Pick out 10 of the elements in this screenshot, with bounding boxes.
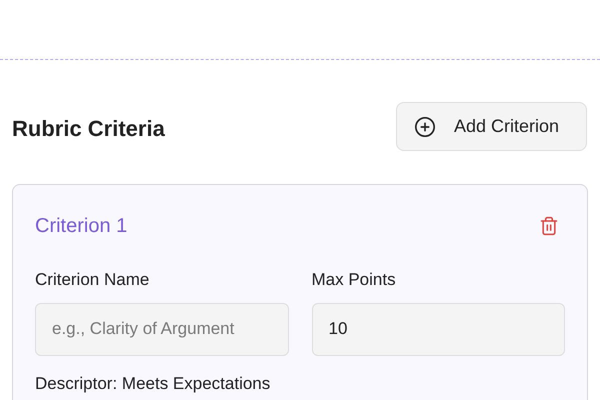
criterion-title: Criterion 1 xyxy=(35,214,128,239)
field-label: Max Points xyxy=(312,269,397,291)
field-label: Criterion Name xyxy=(35,269,150,291)
input-field[interactable]: e.g., Clarity of Argument xyxy=(35,302,288,356)
section-title: Rubric Criteria xyxy=(12,115,165,143)
delete-icon[interactable] xyxy=(539,216,559,236)
input-field[interactable]: 10 xyxy=(312,302,565,356)
add-criterion-button[interactable]: Add Criterion xyxy=(396,102,587,151)
plus-circle-icon xyxy=(414,116,436,138)
field-label: Descriptor: Meets Expectations xyxy=(35,374,272,394)
